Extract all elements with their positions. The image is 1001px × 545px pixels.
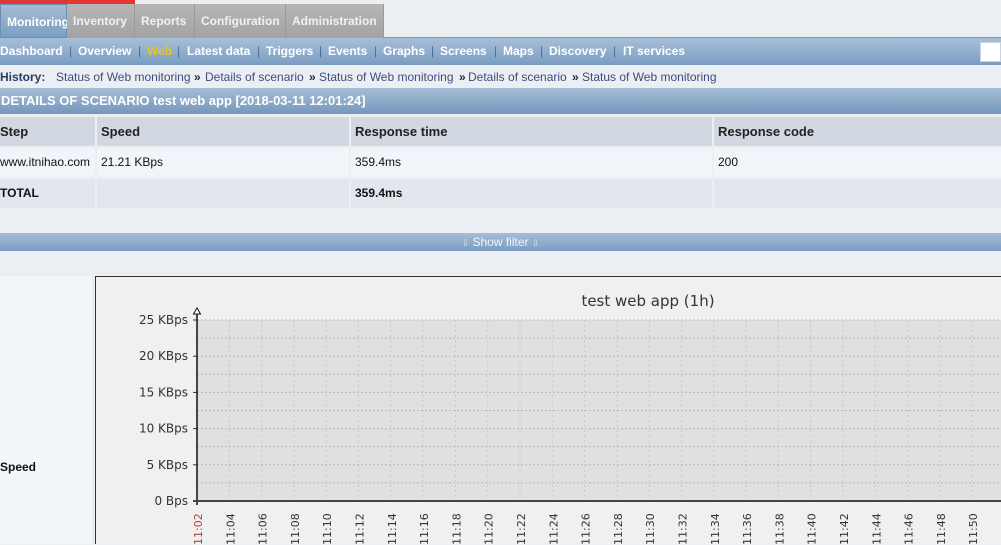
submenu-graphs[interactable]: Graphs	[383, 38, 425, 65]
cell-total-response-time: 359.4ms	[351, 179, 712, 208]
cell-total-label: TOTAL	[0, 179, 95, 208]
double-chevron-down-icon: ⇩	[462, 238, 470, 248]
x-tick-label: 11:38	[773, 513, 786, 545]
x-tick-label: 11:24	[547, 513, 560, 545]
cell-response-time: 359.4ms	[351, 148, 712, 177]
cell-speed: 21.21 KBps	[97, 148, 349, 177]
submenu-latest-data[interactable]: Latest data	[187, 38, 250, 65]
submenu-dashboard[interactable]: Dashboard	[0, 38, 63, 65]
separator: |	[138, 38, 141, 65]
breadcrumb: History: Status of Web monitoring » Deta…	[0, 66, 1001, 88]
x-tick-label: 11:28	[612, 513, 625, 545]
submenu-screens[interactable]: Screens	[440, 38, 487, 65]
double-chevron-down-icon: ⇩	[532, 238, 540, 248]
x-tick-label: 11:10	[321, 513, 334, 545]
table-row: www.itnihao.com 21.21 KBps 359.4ms 200	[0, 148, 1001, 177]
submenu-triggers[interactable]: Triggers	[266, 38, 313, 65]
cell-total-speed	[97, 179, 349, 208]
submenu-discovery[interactable]: Discovery	[549, 38, 606, 65]
x-tick-label: 11:14	[386, 513, 399, 545]
cell-response-code: 200	[714, 148, 1001, 177]
x-tick-label: 11:08	[289, 513, 302, 545]
x-tick-label: 11:06	[257, 513, 270, 545]
separator: |	[431, 38, 434, 65]
y-tick-label: 5 KBps	[147, 458, 188, 472]
tab-monitoring[interactable]: Monitoring	[0, 4, 67, 38]
x-tick-label: 11:04	[224, 513, 237, 545]
y-tick-label: 0 Bps	[154, 494, 188, 508]
graph-row-label: Speed	[0, 460, 36, 474]
x-tick-label: 11:34	[709, 513, 722, 545]
tab-inventory[interactable]: Inventory	[67, 4, 135, 38]
show-filter-toggle[interactable]: ⇩ Show filter ⇩	[0, 233, 1001, 251]
show-filter-label: Show filter	[472, 235, 528, 249]
x-tick-label: 11:48	[935, 513, 948, 545]
separator: |	[494, 38, 497, 65]
submenu-web[interactable]: Web	[147, 38, 172, 65]
x-tick-label: 11:32	[677, 513, 690, 545]
speed-graph: test web app (1h) 11:0211:0411:0611:0811…	[95, 276, 1001, 544]
table-header-row: Step Speed Response time Response code	[0, 117, 1001, 146]
history-link[interactable]: Details of scenario	[205, 66, 304, 88]
separator: |	[374, 38, 377, 65]
x-tick-label: 11:36	[741, 513, 754, 545]
submenu-overview[interactable]: Overview	[78, 38, 131, 65]
x-tick-label: 11:42	[838, 513, 851, 545]
cell-total-response-code	[714, 179, 1001, 208]
x-tick-label: 11:26	[580, 513, 593, 545]
sub-menu: Dashboard | Overview | Web | Latest data…	[0, 38, 1001, 65]
history-link[interactable]: Status of Web monitoring	[582, 66, 717, 88]
separator: |	[319, 38, 322, 65]
submenu-maps[interactable]: Maps	[503, 38, 534, 65]
y-tick-label: 10 KBps	[139, 422, 188, 436]
cell-step: www.itnihao.com	[0, 148, 95, 177]
history-separator: »	[459, 66, 466, 88]
history-separator: »	[194, 66, 201, 88]
plot-area: 11:02 11:04 11:06 11:08 11:10 11:12 11:14 11:16…	[139, 308, 1001, 545]
y-tick-label: 25 KBps	[139, 313, 188, 327]
x-tick-label: 11:44	[870, 513, 883, 545]
tab-configuration[interactable]: Configuration	[195, 4, 286, 38]
page-title: DETAILS OF SCENARIO test web app [2018-0…	[0, 88, 1001, 114]
history-link[interactable]: Details of scenario	[468, 66, 567, 88]
search-input[interactable]	[980, 42, 1001, 62]
y-axis-arrow-icon	[194, 308, 201, 314]
separator: |	[257, 38, 260, 65]
top-menu: Monitoring Inventory Reports Configurati…	[0, 4, 1001, 38]
y-tick-label: 20 KBps	[139, 349, 188, 363]
x-tick-label: 11:16	[418, 513, 431, 545]
submenu-it-services[interactable]: IT services	[623, 38, 685, 65]
column-header-step: Step	[0, 117, 95, 146]
history-link[interactable]: Status of Web monitoring	[56, 66, 191, 88]
x-tick-label: 11:20	[483, 513, 496, 545]
x-tick-label: 11:30	[644, 513, 657, 545]
column-header-response-code: Response code	[714, 117, 1001, 146]
x-tick-label: 11:40	[806, 513, 819, 545]
history-label: History:	[0, 66, 45, 88]
tab-administration[interactable]: Administration	[286, 4, 384, 38]
x-tick-label: 11:50	[967, 513, 980, 545]
column-header-speed: Speed	[97, 117, 349, 146]
chart-title: test web app (1h)	[581, 292, 714, 310]
x-tick-label: 11:22	[515, 513, 528, 545]
x-tick-label: 11:46	[903, 513, 916, 545]
history-separator: »	[309, 66, 316, 88]
tab-reports[interactable]: Reports	[135, 4, 195, 38]
column-header-response-time: Response time	[351, 117, 712, 146]
separator: |	[540, 38, 543, 65]
separator: |	[69, 38, 72, 65]
x-tick-label: 11:12	[354, 513, 367, 545]
speed-chart-svg: test web app (1h) 11:0211:0411:0611:0811…	[96, 277, 1001, 545]
x-tick-label: 11:18	[450, 513, 463, 545]
submenu-events[interactable]: Events	[328, 38, 367, 65]
separator: |	[177, 38, 180, 65]
history-separator: »	[572, 66, 579, 88]
x-tick-label: 11:02	[192, 513, 205, 545]
separator: |	[613, 38, 616, 65]
y-tick-label: 15 KBps	[139, 385, 188, 399]
table-total-row: TOTAL 359.4ms	[0, 179, 1001, 208]
history-link[interactable]: Status of Web monitoring	[319, 66, 454, 88]
graph-row-label-cell: Speed	[0, 276, 92, 544]
